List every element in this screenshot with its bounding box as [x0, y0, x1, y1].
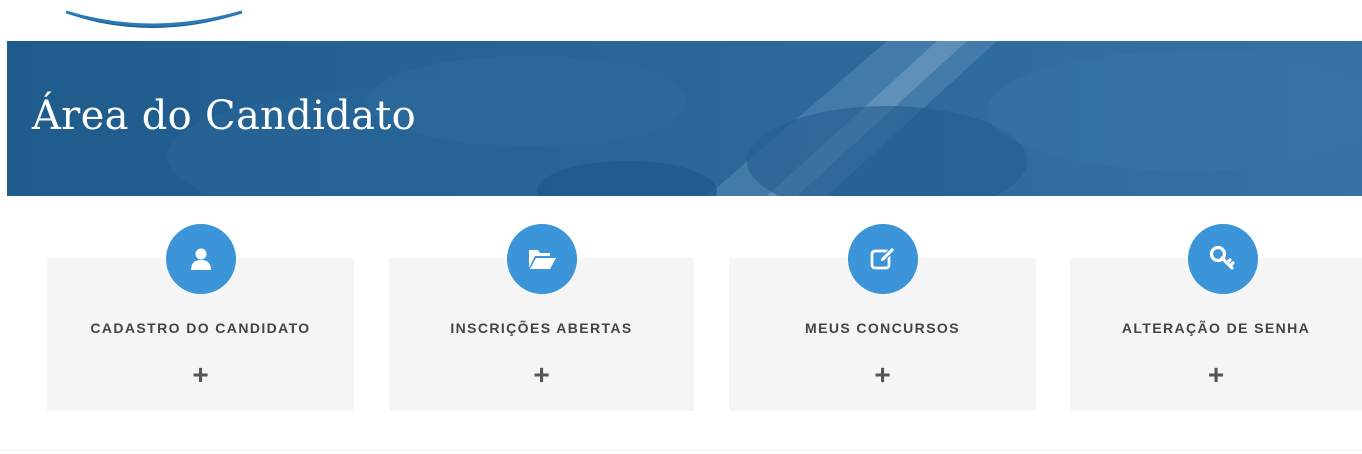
page-title: Área do Candidato — [32, 93, 416, 139]
user-icon[interactable] — [165, 224, 236, 294]
key-icon[interactable] — [1188, 224, 1258, 294]
divider — [0, 450, 1362, 451]
expand-plus-icon[interactable]: + — [47, 361, 354, 389]
card-alteracao-senha[interactable]: ALTERAÇÃO DE SENHA + — [1070, 224, 1362, 411]
expand-plus-icon[interactable]: + — [1070, 361, 1362, 389]
card-label: CADASTRO DO CANDIDATO — [90, 320, 311, 336]
edit-icon[interactable] — [847, 224, 918, 294]
card-label: ALTERAÇÃO DE SENHA — [1121, 320, 1311, 336]
expand-plus-icon[interactable]: + — [389, 361, 694, 389]
card-meus-concursos[interactable]: MEUS CONCURSOS + — [729, 224, 1036, 411]
logo[interactable] — [60, 0, 250, 36]
hero-banner: Área do Candidato — [7, 41, 1362, 196]
card-label: INSCRIÇÕES ABERTAS — [450, 320, 633, 336]
card-label: MEUS CONCURSOS — [805, 320, 960, 336]
card-inscricoes-abertas[interactable]: INSCRIÇÕES ABERTAS + — [389, 224, 694, 411]
expand-plus-icon[interactable]: + — [729, 361, 1036, 389]
page: Área do Candidato CADASTRO DO CANDIDATO … — [0, 0, 1362, 454]
card-cadastro-candidato[interactable]: CADASTRO DO CANDIDATO + — [47, 224, 354, 411]
folder-open-icon[interactable] — [506, 224, 577, 294]
